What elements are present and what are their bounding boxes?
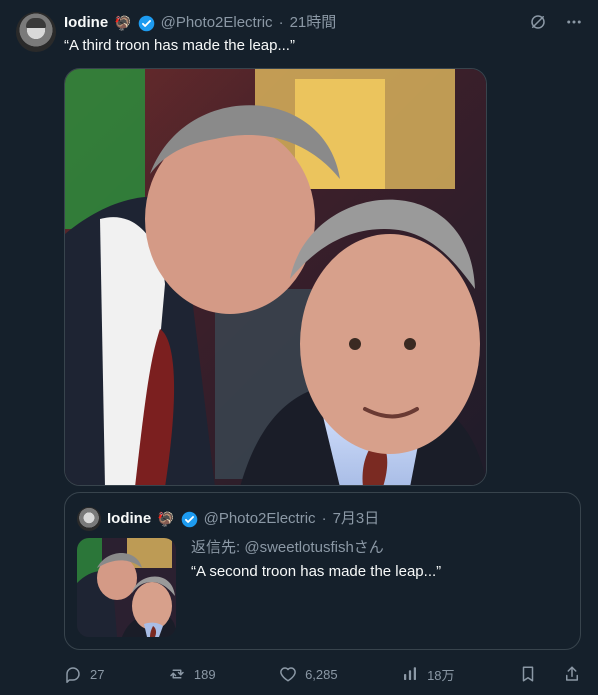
author-handle[interactable]: @Photo2Electric — [161, 13, 273, 33]
reply-icon[interactable] — [64, 665, 82, 683]
quote-verified-badge-icon[interactable] — [181, 511, 198, 528]
tweet-header: Iodine 🦃 @Photo2Electric · 21時間 — [64, 13, 582, 33]
quote-thumbnail[interactable] — [77, 538, 176, 637]
tweet-photo[interactable] — [64, 68, 487, 486]
reply-prefix: 返信先: — [191, 539, 241, 556]
time-separator: · — [278, 14, 284, 31]
grok-icon[interactable] — [528, 12, 548, 32]
like-action[interactable]: 6,285 — [279, 665, 338, 683]
quote-header: Iodine 🦃 @Photo2Electric · 7月3日 — [107, 509, 379, 529]
quote-reply-context: 返信先: @sweetlotusfishさん — [191, 536, 384, 557]
quoted-tweet[interactable]: Iodine 🦃 @Photo2Electric · 7月3日 返信先: @sw… — [64, 492, 581, 650]
reply-count: 27 — [90, 666, 105, 682]
author-avatar[interactable] — [16, 12, 56, 52]
views-count: 18万 — [427, 667, 455, 683]
views-icon[interactable] — [401, 665, 419, 683]
quote-time-separator: · — [321, 510, 327, 527]
like-icon[interactable] — [279, 665, 297, 683]
quote-avatar[interactable] — [77, 507, 101, 531]
turkey-emoji: 🦃 — [114, 15, 132, 31]
tweet-text: “A third troon has made the leap...” — [64, 37, 295, 54]
author-name[interactable]: Iodine — [64, 13, 108, 33]
reply-action[interactable]: 27 — [64, 665, 104, 683]
share-icon[interactable] — [562, 664, 582, 684]
tweet-time[interactable]: 21時間 — [290, 13, 337, 33]
secondary-actions — [518, 664, 582, 684]
like-count: 6,285 — [305, 666, 338, 682]
reply-to-handle[interactable]: @sweetlotusfishさん — [244, 539, 383, 556]
quote-date[interactable]: 7月3日 — [333, 509, 380, 529]
quote-text: “A second troon has made the leap...” — [191, 563, 442, 580]
verified-badge-icon[interactable] — [138, 15, 155, 32]
more-icon[interactable] — [564, 12, 584, 32]
retweet-action[interactable]: 189 — [168, 665, 216, 683]
views-action[interactable]: 18万 — [401, 665, 455, 684]
retweet-count: 189 — [193, 666, 216, 682]
header-actions — [528, 12, 584, 32]
tweet-actions: 27 189 6,285 18万 — [64, 662, 582, 686]
bookmark-icon[interactable] — [518, 664, 538, 684]
quote-author-handle[interactable]: @Photo2Electric — [204, 509, 316, 529]
quote-author-name[interactable]: Iodine — [107, 509, 151, 529]
quote-turkey-emoji: 🦃 — [157, 511, 175, 527]
retweet-icon[interactable] — [168, 665, 186, 683]
